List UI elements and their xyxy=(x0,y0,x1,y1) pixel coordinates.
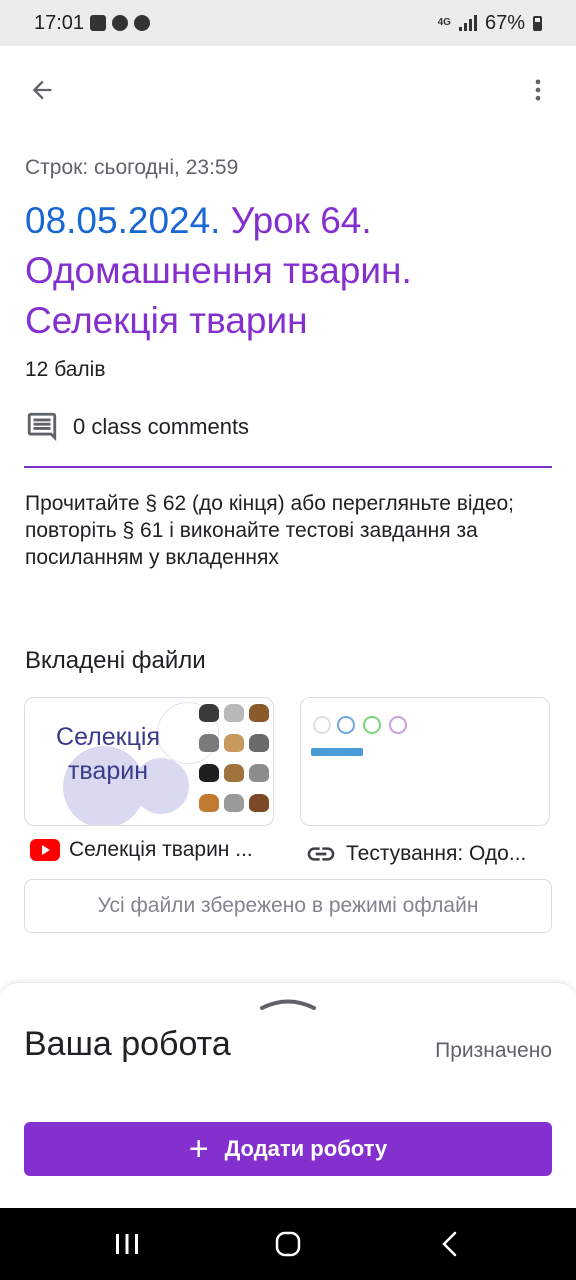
thumb-bubble xyxy=(337,716,355,734)
back-button[interactable] xyxy=(22,70,62,110)
work-status: Призначено xyxy=(435,1039,552,1062)
attachment-title: Селекція тварин ... xyxy=(69,838,253,861)
plus-icon: + xyxy=(188,1130,209,1168)
system-nav-bar xyxy=(0,1208,576,1280)
animal-image xyxy=(249,734,269,752)
due-date: Строк: сьогодні, 23:59 xyxy=(25,156,239,179)
offline-notice: Усі файли збережено в режимі офлайн xyxy=(24,879,552,933)
more-options-button[interactable] xyxy=(518,70,558,110)
arrow-back-icon xyxy=(32,80,52,100)
thumb-bubble xyxy=(363,716,381,734)
link-icon xyxy=(307,847,335,861)
divider xyxy=(24,466,552,468)
home-button[interactable] xyxy=(268,1226,308,1262)
animal-image xyxy=(224,704,244,722)
status-bar: 17:01 4G 67% xyxy=(0,0,576,46)
thumb-button xyxy=(311,748,363,756)
chevron-left-icon xyxy=(442,1231,457,1257)
assignment-title: 08.05.2024. Урок 64. Одомашнення тварин.… xyxy=(25,196,555,346)
expand-handle-icon[interactable] xyxy=(258,997,318,1011)
animal-image xyxy=(249,704,269,722)
attachment-title: Тестування: Одо... xyxy=(346,842,527,865)
navigation-notification-icon xyxy=(112,15,129,31)
animal-image xyxy=(199,734,219,752)
battery-icon xyxy=(533,15,542,31)
assignment-description: Прочитайте § 62 (до кінця) або переглянь… xyxy=(25,492,515,569)
more-vert-icon xyxy=(535,79,541,101)
animal-image xyxy=(249,764,269,782)
thumb-bubble xyxy=(389,716,407,734)
checkbox-notification-icon xyxy=(90,15,107,31)
your-work-title: Ваша робота xyxy=(24,1025,231,1063)
youtube-icon xyxy=(30,839,60,861)
thumbnail-title: Селекція тварин xyxy=(56,723,160,785)
animal-image xyxy=(224,734,244,752)
your-work-sheet: Ваша робота Призначено + Додати роботу xyxy=(0,982,576,1209)
comments-count: 0 class comments xyxy=(73,414,250,439)
attachment-label-link[interactable]: Тестування: Одо... xyxy=(305,838,555,870)
status-bar-left: 17:01 xyxy=(34,11,151,35)
home-icon xyxy=(275,1231,301,1257)
attachment-link-thumbnail[interactable] xyxy=(300,697,550,826)
animal-image xyxy=(199,764,219,782)
animal-image xyxy=(199,704,219,722)
add-work-button[interactable]: + Додати роботу xyxy=(24,1122,552,1176)
signal-icon xyxy=(458,15,477,31)
recent-apps-button[interactable] xyxy=(107,1226,147,1262)
status-bar-right: 4G 67% xyxy=(438,12,542,35)
title-date: 08.05.2024. xyxy=(25,200,221,241)
animal-image xyxy=(249,794,269,812)
nav-back-button[interactable] xyxy=(430,1226,470,1262)
points: 12 балів xyxy=(25,358,106,381)
app-bar xyxy=(0,60,576,120)
animal-image xyxy=(224,794,244,812)
add-work-label: Додати роботу xyxy=(224,1136,388,1161)
animal-images xyxy=(199,704,271,812)
navigation-notification-icon-2 xyxy=(134,15,151,31)
status-time: 17:01 xyxy=(34,11,85,34)
network-type: 4G xyxy=(437,17,451,28)
attachment-label-video[interactable]: Селекція тварин ... xyxy=(30,838,280,862)
attachment-video-thumbnail[interactable]: Селекція тварин xyxy=(24,697,274,826)
comment-icon xyxy=(27,412,57,442)
animal-image xyxy=(224,764,244,782)
animal-image xyxy=(199,794,219,812)
recent-apps-icon xyxy=(116,1234,138,1254)
attachments-heading: Вкладені файли xyxy=(25,647,206,674)
class-comments[interactable]: 0 class comments xyxy=(25,410,249,444)
battery-percent: 67% xyxy=(484,11,525,34)
thumb-bubble xyxy=(313,716,331,734)
